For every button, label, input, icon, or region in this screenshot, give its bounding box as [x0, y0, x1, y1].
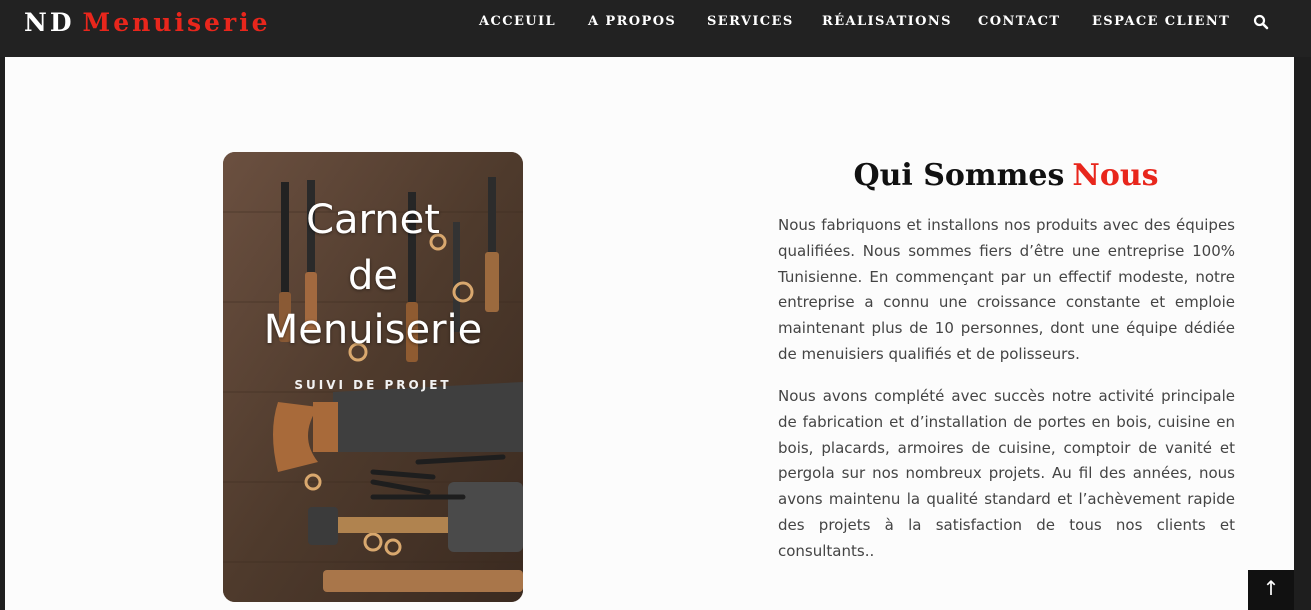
nav-item-a-propos[interactable]: A PROPOS — [588, 14, 676, 29]
nav-item-contact[interactable]: CONTACT — [978, 14, 1060, 29]
section-title: Qui Sommes Nous — [777, 158, 1235, 193]
cover-subtitle: SUIVI DE PROJET — [294, 378, 452, 392]
back-to-top-button[interactable]: ↑ — [1248, 570, 1294, 610]
cover-title-line-1: Carnet — [306, 197, 440, 243]
search-icon[interactable] — [1253, 14, 1269, 30]
about-paragraph-1: Nous fabriquons et installons nos produi… — [778, 216, 1235, 363]
cover-title-line-3: Menuiserie — [263, 307, 483, 353]
section-title-part-2: Nous — [1072, 158, 1159, 193]
carnet-cover-image: Carnet de Menuiserie SUIVI DE PROJET — [223, 152, 523, 602]
arrow-up-icon: ↑ — [1262, 576, 1280, 600]
about-paragraph-2: Nous avons complété avec succès notre ac… — [778, 387, 1235, 560]
cover-title-line-2: de — [348, 253, 398, 299]
page-gutter — [1294, 57, 1311, 610]
top-navbar: ND Menuiserie ACCEUIL A PROPOS SERVICES R… — [0, 0, 1311, 57]
nav-item-accueil[interactable]: ACCEUIL — [479, 14, 556, 29]
nav-item-services[interactable]: SERVICES — [707, 14, 794, 29]
section-title-part-1: Qui Sommes — [853, 158, 1065, 193]
nav-item-realisations[interactable]: RÉALISATIONS — [822, 14, 952, 29]
nav-item-espace-client[interactable]: ESPACE CLIENT — [1092, 14, 1230, 29]
main-nav: ACCEUIL A PROPOS SERVICES RÉALISATIONS C… — [0, 0, 1311, 44]
